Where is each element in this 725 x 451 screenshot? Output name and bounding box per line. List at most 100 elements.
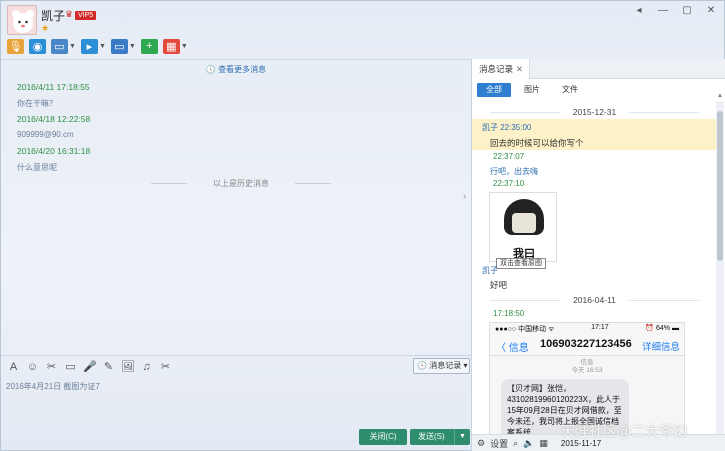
record-filters: 全部 图片 文件 (477, 83, 587, 97)
sms-sender: 106903227123456 (540, 338, 632, 350)
phone-clock: 17:17 (591, 324, 609, 331)
filter-images[interactable]: 图片 (515, 83, 549, 97)
filter-all[interactable]: 全部 (477, 83, 511, 97)
phone-nav: 〈 信息 106903227123456 详细信息 (490, 334, 684, 356)
sticker-image[interactable]: 我曰 (489, 192, 557, 262)
contact-name: 凯子 (41, 9, 66, 23)
settings-label[interactable]: 设置 (490, 437, 508, 450)
details-link: 详细信息 (641, 342, 680, 353)
sms-sub1: 信息 (580, 359, 594, 366)
search-icon[interactable]: ⌕ (513, 438, 518, 449)
edit-icon[interactable]: ✎ (102, 360, 115, 373)
carrier: ●●●○○ 中国移动 ᯤ (495, 326, 555, 333)
apps-icon: ▦ (162, 38, 180, 54)
record-time: 22:37:10 (493, 179, 525, 188)
message-link[interactable]: 909999@90.cm (17, 130, 74, 139)
record-message: 好吧 (490, 280, 508, 290)
record-message: 行吧，出去嗨 (490, 167, 538, 176)
record-tab-bar: 消息记录 ✕ (472, 59, 725, 79)
calendar-icon[interactable]: ▦ (539, 438, 548, 449)
voice-call-button[interactable]: 🎙 (7, 37, 24, 55)
speaker-icon[interactable]: 🔈 (523, 438, 534, 449)
tab-label: 消息记录 (479, 64, 514, 74)
create-group-icon: + (140, 38, 158, 54)
minimize-button[interactable]: — (656, 5, 670, 16)
chat-messages: 🕓 查看更多消息 2016/4/11 17:18:55 你在干嘛？ 2016/4… (1, 59, 471, 355)
clock-icon: 🕓 (205, 65, 216, 74)
filter-files[interactable]: 文件 (553, 83, 587, 97)
message-time: 2016/4/11 17:18:55 (17, 82, 90, 92)
message-text[interactable]: 你在干嘛？ (17, 98, 57, 109)
watermark: 天涯社区@二大爷幻 (561, 423, 688, 439)
tab-message-record[interactable]: 消息记录 ✕ (472, 59, 530, 79)
sticker-face-icon (504, 199, 544, 235)
sms-sub2: 今天 16:53 (571, 367, 603, 374)
skin-button[interactable]: ◂ (632, 5, 646, 16)
record-message: 回去的时候可以给你写个 (490, 138, 584, 148)
view-more-label: 查看更多消息 (218, 65, 267, 74)
sms-when: 信息 今天 16:53 (490, 359, 684, 375)
scroll-up-icon[interactable]: ▲ (716, 93, 724, 99)
history-divider: 以上是历史消息 (151, 178, 331, 189)
close-window-button[interactable]: ✕ (704, 5, 718, 16)
message-text[interactable]: 什么意思呢 (17, 162, 57, 173)
avatar-bear-icon (12, 10, 34, 33)
date-divider: 2016-04-11 (472, 295, 717, 305)
send-label: 发送(S) (418, 432, 445, 441)
create-group-button[interactable]: + (140, 37, 158, 55)
avatar[interactable] (7, 5, 37, 35)
maximize-button[interactable]: ▢ (680, 5, 694, 16)
star-icon: ★ (41, 23, 50, 33)
chevron-down-icon[interactable]: ▼ (129, 43, 136, 50)
remote-desktop-button[interactable]: ▭ ▼ (51, 37, 76, 55)
music-icon[interactable]: ♫ (140, 361, 153, 373)
screenshot-icon[interactable]: ✂ (159, 360, 172, 373)
send-file-icon: ▸ (80, 38, 98, 54)
message-time: 2016/4/18 12:22:58 (17, 114, 91, 124)
back-link: 〈 信息 (496, 343, 529, 354)
video-call-button[interactable]: ◉ (29, 37, 46, 55)
vip-badge[interactable]: VIP5 (75, 11, 97, 20)
message-time: 2016/4/20 16:31:18 (17, 146, 91, 156)
crown-icon: ♛ (65, 9, 74, 19)
tooltip: 双击查看原图 (496, 258, 546, 269)
screen-share-icon: ▭ (110, 38, 128, 54)
chevron-down-icon[interactable]: ▼ (69, 43, 76, 50)
magic-icon[interactable]: ✂ (45, 360, 58, 373)
chevron-down-icon: ▾ (463, 361, 468, 370)
window-controls: ◂ — ▢ ✕ (632, 5, 718, 16)
gear-icon[interactable]: ⚙ (477, 438, 485, 449)
image-icon[interactable]: 🖼 (121, 360, 135, 373)
microphone-icon[interactable]: 🎤 (83, 360, 97, 373)
video-call-icon: ◉ (29, 38, 46, 54)
record-time: 17:18:50 (493, 309, 525, 318)
font-icon[interactable]: A (7, 361, 20, 373)
send-button[interactable]: 发送(S) ▼ (410, 429, 470, 445)
video-clip-icon[interactable]: ▭ (64, 360, 77, 373)
chevron-down-icon[interactable]: ▼ (99, 43, 106, 50)
chevron-down-icon[interactable]: ▼ (181, 43, 188, 50)
clock-icon: 🕓 (417, 361, 427, 370)
message-history-button[interactable]: 🕓 消息记录 ▾ (413, 358, 470, 374)
message-record-panel: 消息记录 ✕ 全部 图片 文件 2015-12-31 凯子 22:35:00 回去… (472, 59, 725, 451)
record-scrollbar[interactable]: ▲ (716, 93, 724, 444)
sender-time: 凯子 22:35:00 (482, 123, 532, 132)
date-divider: 2015-12-31 (472, 107, 717, 117)
remote-desktop-icon: ▭ (51, 38, 68, 54)
chevron-down-icon[interactable]: ▼ (454, 429, 470, 445)
emoji-icon[interactable]: ☺ (26, 361, 39, 373)
apps-button[interactable]: ▦ ▼ (162, 37, 188, 55)
voice-call-icon: 🎙 (7, 38, 24, 54)
close-button[interactable]: 关闭(C) (359, 429, 407, 445)
close-icon[interactable]: ✕ (516, 59, 523, 79)
message-input[interactable]: 2016年4月21日 截图为证7 (6, 381, 100, 392)
collapse-arrow-icon[interactable]: › (463, 191, 466, 202)
sender-name: 凯子 (482, 266, 498, 275)
scroll-thumb[interactable] (717, 111, 723, 261)
screen-share-button[interactable]: ▭ ▼ (110, 37, 136, 55)
input-toolbar: A ☺ ✂ ▭ 🎤 ✎ 🖼 ♫ ✂ (1, 355, 471, 377)
send-file-button[interactable]: ▸ ▼ (80, 37, 106, 55)
battery: ⏰ 64% ▬ (645, 325, 679, 332)
view-more-link[interactable]: 🕓 查看更多消息 (1, 64, 471, 75)
history-button-label: 消息记录 (429, 361, 462, 370)
